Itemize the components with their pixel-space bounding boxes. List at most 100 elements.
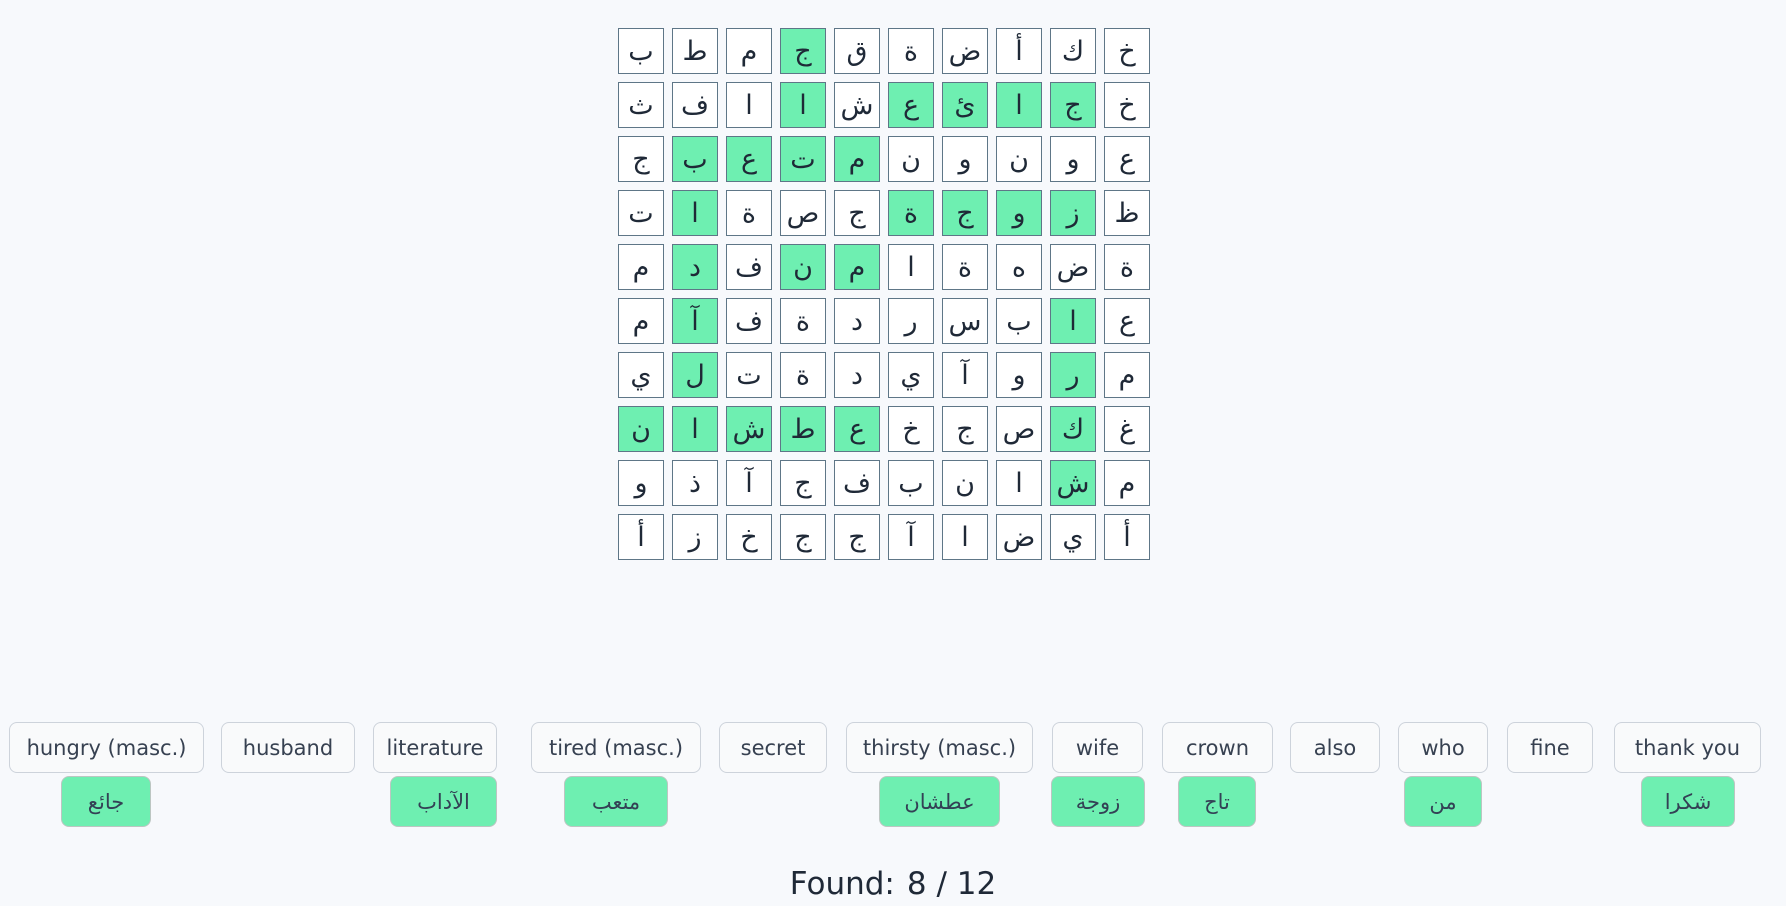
grid-cell-r6-c9[interactable]: ي [618, 352, 664, 398]
grid-cell-r0-c8[interactable]: ط [672, 28, 718, 74]
grid-cell-r3-c2[interactable]: و [996, 190, 1042, 236]
grid-cell-r7-c4[interactable]: خ [888, 406, 934, 452]
grid-cell-r2-c1[interactable]: و [1050, 136, 1096, 182]
grid-cell-r8-c3[interactable]: ن [942, 460, 988, 506]
grid-cell-r9-c0[interactable]: أ [1104, 514, 1150, 560]
grid-cell-r0-c5[interactable]: ق [834, 28, 880, 74]
clue-chip[interactable]: thank you [1614, 722, 1761, 773]
grid-cell-r6-c3[interactable]: آ [942, 352, 988, 398]
grid-cell-r9-c6[interactable]: ج [780, 514, 826, 560]
grid-cell-r8-c2[interactable]: ا [996, 460, 1042, 506]
clue-chip[interactable]: tired (masc.) [531, 722, 701, 773]
grid-cell-r7-c8[interactable]: ا [672, 406, 718, 452]
clue-chip[interactable]: fine [1507, 722, 1593, 773]
grid-cell-r3-c7[interactable]: ة [726, 190, 772, 236]
clue-chip[interactable]: thirsty (masc.) [846, 722, 1033, 773]
grid-cell-r7-c7[interactable]: ش [726, 406, 772, 452]
grid-cell-r1-c8[interactable]: ف [672, 82, 718, 128]
grid-cell-r1-c5[interactable]: ش [834, 82, 880, 128]
grid-cell-r4-c3[interactable]: ة [942, 244, 988, 290]
grid-cell-r7-c5[interactable]: ع [834, 406, 880, 452]
grid-cell-r4-c4[interactable]: ا [888, 244, 934, 290]
grid-cell-r3-c0[interactable]: ظ [1104, 190, 1150, 236]
grid-cell-r9-c3[interactable]: ا [942, 514, 988, 560]
grid-cell-r1-c0[interactable]: خ [1104, 82, 1150, 128]
grid-cell-r1-c9[interactable]: ث [618, 82, 664, 128]
grid-cell-r5-c9[interactable]: م [618, 298, 664, 344]
grid-cell-r0-c7[interactable]: م [726, 28, 772, 74]
grid-cell-r7-c0[interactable]: غ [1104, 406, 1150, 452]
grid-cell-r6-c5[interactable]: د [834, 352, 880, 398]
grid-cell-r6-c7[interactable]: ت [726, 352, 772, 398]
grid-cell-r2-c9[interactable]: ج [618, 136, 664, 182]
grid-cell-r3-c3[interactable]: ج [942, 190, 988, 236]
grid-cell-r0-c4[interactable]: ة [888, 28, 934, 74]
grid-cell-r6-c6[interactable]: ة [780, 352, 826, 398]
grid-cell-r0-c3[interactable]: ض [942, 28, 988, 74]
grid-cell-r2-c8[interactable]: ب [672, 136, 718, 182]
clue-chip[interactable]: literature [373, 722, 497, 773]
grid-cell-r7-c9[interactable]: ن [618, 406, 664, 452]
clue-chip[interactable]: who [1398, 722, 1488, 773]
grid-cell-r2-c6[interactable]: ت [780, 136, 826, 182]
grid-cell-r9-c2[interactable]: ض [996, 514, 1042, 560]
grid-cell-r4-c5[interactable]: م [834, 244, 880, 290]
grid-cell-r9-c9[interactable]: أ [618, 514, 664, 560]
clue-chip[interactable]: secret [719, 722, 827, 773]
grid-cell-r4-c9[interactable]: م [618, 244, 664, 290]
grid-cell-r8-c6[interactable]: ج [780, 460, 826, 506]
grid-cell-r5-c2[interactable]: ب [996, 298, 1042, 344]
grid-cell-r0-c2[interactable]: أ [996, 28, 1042, 74]
grid-cell-r9-c5[interactable]: ج [834, 514, 880, 560]
clue-chip[interactable]: also [1290, 722, 1380, 773]
grid-cell-r2-c5[interactable]: م [834, 136, 880, 182]
grid-cell-r8-c0[interactable]: م [1104, 460, 1150, 506]
grid-cell-r1-c7[interactable]: ا [726, 82, 772, 128]
grid-cell-r3-c8[interactable]: ا [672, 190, 718, 236]
grid-cell-r9-c4[interactable]: آ [888, 514, 934, 560]
clue-chip[interactable]: crown [1162, 722, 1273, 773]
grid-cell-r1-c2[interactable]: ا [996, 82, 1042, 128]
grid-cell-r4-c0[interactable]: ة [1104, 244, 1150, 290]
grid-cell-r5-c6[interactable]: ة [780, 298, 826, 344]
grid-cell-r2-c3[interactable]: و [942, 136, 988, 182]
grid-cell-r0-c1[interactable]: ك [1050, 28, 1096, 74]
grid-cell-r7-c2[interactable]: ص [996, 406, 1042, 452]
clue-chip[interactable]: husband [221, 722, 355, 773]
grid-cell-r4-c2[interactable]: ه [996, 244, 1042, 290]
grid-cell-r4-c1[interactable]: ض [1050, 244, 1096, 290]
grid-cell-r8-c9[interactable]: و [618, 460, 664, 506]
grid-cell-r0-c9[interactable]: ب [618, 28, 664, 74]
grid-cell-r3-c1[interactable]: ز [1050, 190, 1096, 236]
grid-cell-r7-c3[interactable]: ج [942, 406, 988, 452]
grid-cell-r7-c6[interactable]: ط [780, 406, 826, 452]
grid-cell-r5-c0[interactable]: ع [1104, 298, 1150, 344]
clue-chip[interactable]: hungry (masc.) [9, 722, 204, 773]
grid-cell-r5-c1[interactable]: ا [1050, 298, 1096, 344]
grid-cell-r8-c4[interactable]: ب [888, 460, 934, 506]
grid-cell-r8-c5[interactable]: ف [834, 460, 880, 506]
grid-cell-r7-c1[interactable]: ك [1050, 406, 1096, 452]
grid-cell-r9-c7[interactable]: خ [726, 514, 772, 560]
grid-cell-r4-c6[interactable]: ن [780, 244, 826, 290]
grid-cell-r8-c7[interactable]: آ [726, 460, 772, 506]
grid-cell-r8-c1[interactable]: ش [1050, 460, 1096, 506]
grid-cell-r1-c1[interactable]: ج [1050, 82, 1096, 128]
grid-cell-r6-c2[interactable]: و [996, 352, 1042, 398]
grid-cell-r3-c6[interactable]: ص [780, 190, 826, 236]
clue-chip[interactable]: wife [1052, 722, 1143, 773]
grid-cell-r1-c3[interactable]: ئ [942, 82, 988, 128]
grid-cell-r3-c9[interactable]: ت [618, 190, 664, 236]
grid-cell-r3-c5[interactable]: ج [834, 190, 880, 236]
grid-cell-r4-c7[interactable]: ف [726, 244, 772, 290]
grid-cell-r0-c6[interactable]: ج [780, 28, 826, 74]
grid-cell-r5-c7[interactable]: ف [726, 298, 772, 344]
grid-cell-r1-c4[interactable]: ع [888, 82, 934, 128]
grid-cell-r5-c8[interactable]: آ [672, 298, 718, 344]
grid-cell-r0-c0[interactable]: خ [1104, 28, 1150, 74]
grid-cell-r2-c2[interactable]: ن [996, 136, 1042, 182]
grid-cell-r5-c3[interactable]: س [942, 298, 988, 344]
grid-cell-r2-c7[interactable]: ع [726, 136, 772, 182]
grid-cell-r9-c1[interactable]: ي [1050, 514, 1096, 560]
grid-cell-r5-c4[interactable]: ر [888, 298, 934, 344]
